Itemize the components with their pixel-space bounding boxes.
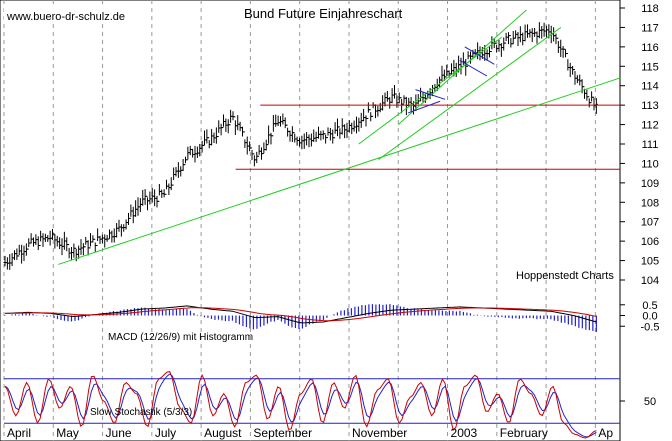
- x-tick-label: August: [204, 426, 242, 440]
- bund-future-chart: 104 105 106 107 108 109 110 111 112 113 114 115 116 1…: [0, 0, 672, 441]
- price-tick-label: 115: [641, 61, 659, 73]
- stoch-tick-label: 50: [644, 396, 656, 408]
- chart-root: 104 105 106 107 108 109 110 111 112 113 114 115 116 1…: [0, 0, 672, 441]
- x-tick-label: 2003: [451, 426, 478, 440]
- stochastic-label: Slow Stochastik (5/3/3): [90, 407, 192, 418]
- x-tick-label: July: [155, 426, 176, 440]
- price-tick-label: 107: [641, 217, 659, 229]
- price-tick-label: 113: [641, 100, 659, 112]
- price-tick-label: 112: [641, 120, 659, 132]
- price-tick-label: 114: [641, 81, 659, 93]
- x-tick-label: May: [56, 426, 79, 440]
- price-tick-label: 104: [641, 275, 659, 287]
- site-label: www.buero-dr-schulz.de: [6, 11, 125, 23]
- source-annotation: Hoppenstedt Charts: [516, 270, 614, 282]
- chart-title: Bund Future Einjahreschart: [244, 6, 403, 21]
- macd-tick-label: -0.5: [641, 321, 660, 333]
- price-tick-label: 116: [641, 42, 659, 54]
- price-tick-label: 110: [641, 158, 659, 170]
- price-tick-label: 108: [641, 197, 659, 209]
- x-tick-label: June: [106, 426, 132, 440]
- x-tick-label: November: [352, 426, 407, 440]
- x-tick-label: April: [7, 426, 31, 440]
- macd-label: MACD (12/26/9) mit Histogramm: [108, 332, 253, 343]
- price-tick-label: 109: [641, 178, 659, 190]
- price-tick-label: 105: [641, 256, 659, 268]
- price-tick-label: 117: [641, 22, 659, 34]
- price-tick-label: 118: [641, 3, 659, 15]
- x-tick-label: September: [253, 426, 312, 440]
- price-tick-label: 106: [641, 236, 659, 248]
- x-tick-label: Ap: [598, 426, 613, 440]
- x-tick-label: February: [500, 426, 548, 440]
- price-tick-label: 111: [642, 139, 659, 151]
